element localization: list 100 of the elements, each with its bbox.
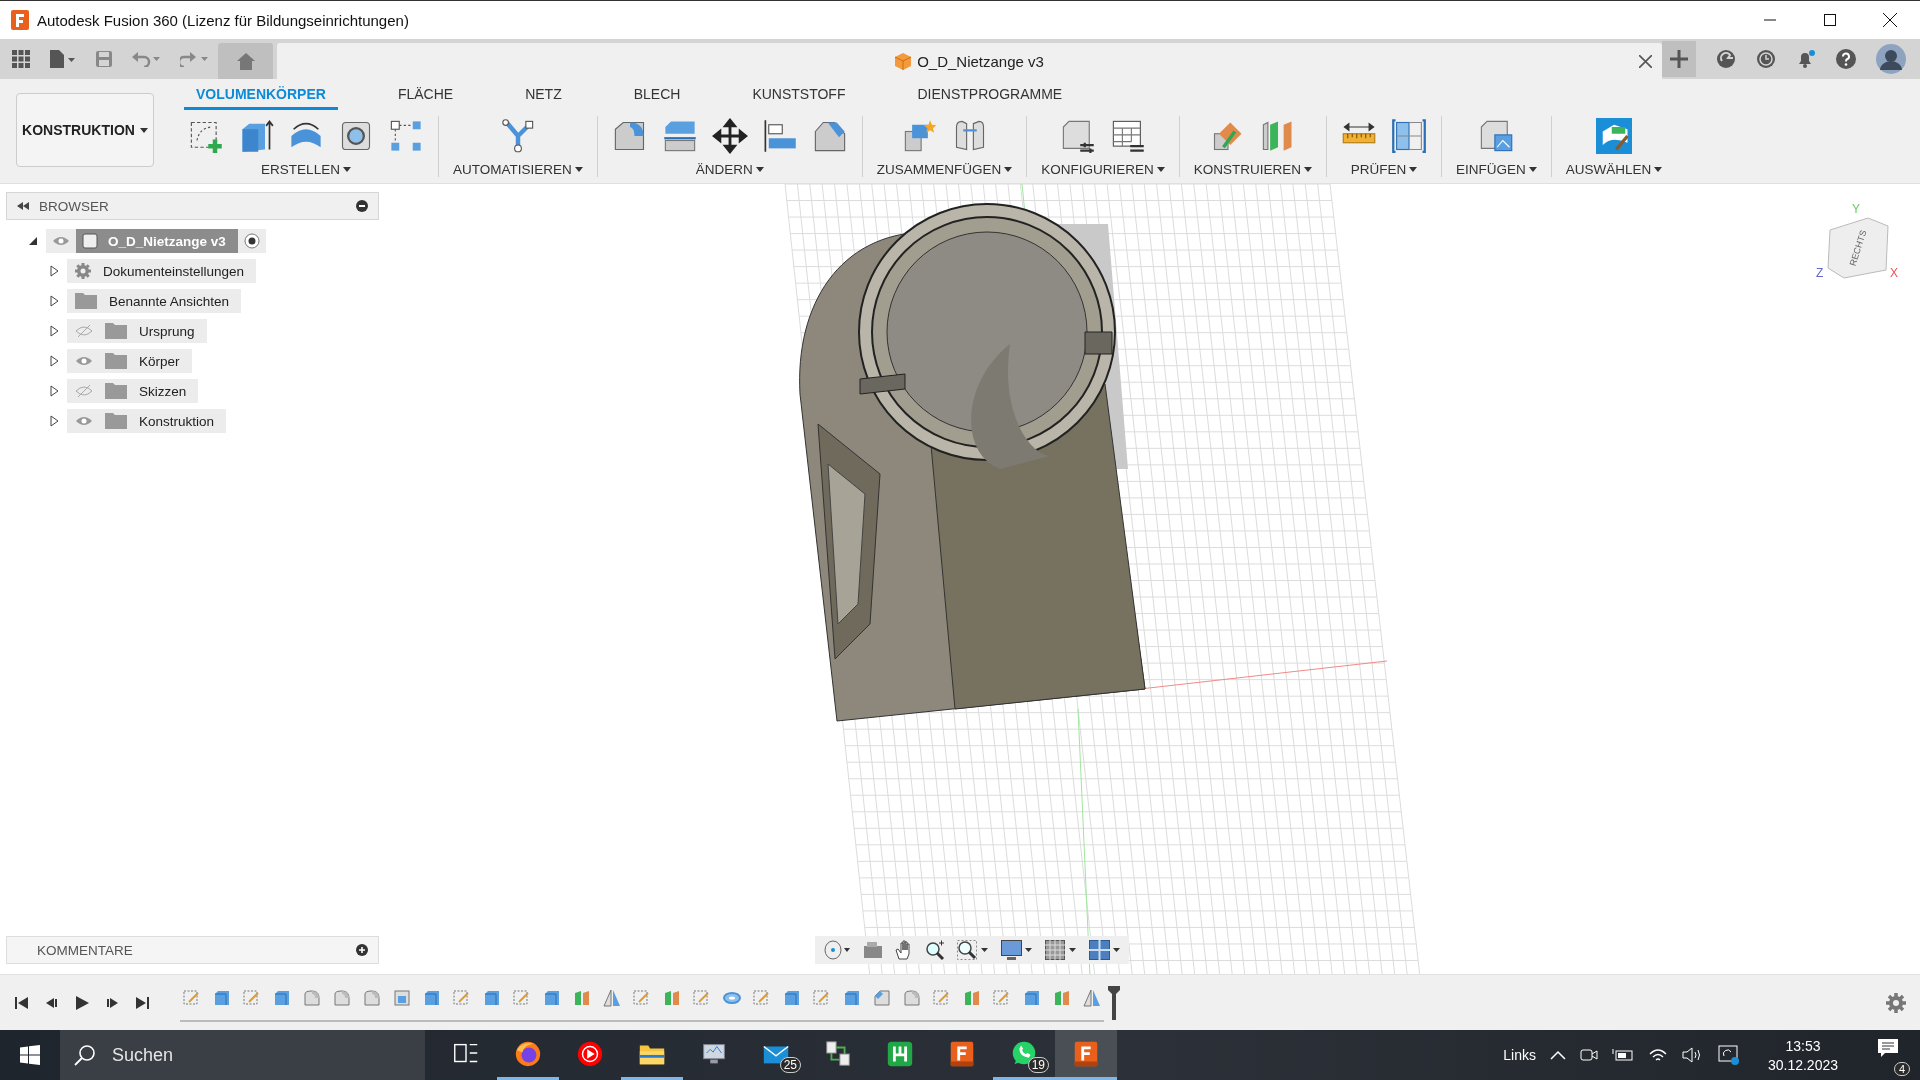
eye-icon[interactable]	[75, 415, 93, 427]
tool-group-menu[interactable]: KONFIGURIEREN	[1041, 162, 1165, 177]
keyboard-layout[interactable]: Links	[1503, 1047, 1536, 1063]
display-icon[interactable]	[1001, 940, 1033, 960]
caret-icon	[755, 167, 764, 172]
select-icon[interactable]	[1596, 118, 1633, 154]
document-title: O_D_Nietzange v3	[917, 52, 1044, 70]
camera-icon[interactable]	[1579, 1046, 1598, 1064]
chevron-up-icon[interactable]	[1549, 1050, 1566, 1060]
minimize-panel-icon[interactable]	[356, 200, 368, 212]
expand-triangle-icon[interactable]	[50, 385, 59, 397]
clock[interactable]: 13:53 30.12.2023	[1767, 1037, 1838, 1073]
ribbon-tab[interactable]: FLÄCHE	[385, 86, 466, 110]
timeline-marker-icon[interactable]	[1108, 985, 1120, 1020]
component-box-icon	[82, 233, 98, 249]
folder-icon	[75, 293, 97, 309]
close-icon[interactable]	[1639, 55, 1652, 68]
viewports-icon[interactable]	[1089, 940, 1121, 960]
ribbon-tab[interactable]: DIENSTPROGRAMME	[905, 86, 1075, 110]
add-comment-icon[interactable]	[356, 944, 368, 956]
caret-icon	[1004, 167, 1013, 172]
collapse-triangle-icon[interactable]	[28, 236, 38, 246]
zoom-icon[interactable]	[925, 940, 945, 960]
extensions-icon[interactable]	[1716, 49, 1736, 69]
comments-title: KOMMENTARE	[37, 942, 134, 958]
tool-group-menu[interactable]: PRÜFEN	[1350, 162, 1418, 177]
document-tab[interactable]: O_D_Nietzange v3	[277, 43, 1662, 79]
notification-bell-icon[interactable]	[1796, 49, 1816, 69]
help-icon[interactable]	[1836, 49, 1856, 69]
collapse-panel-icon[interactable]	[17, 202, 29, 210]
expand-triangle-icon[interactable]	[50, 265, 59, 277]
folder-icon	[105, 383, 127, 399]
expand-triangle-icon[interactable]	[50, 355, 59, 367]
ribbon-tab[interactable]: NETZ	[513, 86, 574, 110]
workspace-menu[interactable]: KONSTRUKTION	[16, 93, 154, 167]
gear-icon	[75, 263, 91, 279]
mirror-icon[interactable]	[1082, 987, 1102, 1008]
expand-triangle-icon[interactable]	[50, 295, 59, 307]
skip-end-icon[interactable]	[134, 994, 150, 1011]
notification-center[interactable]: 4	[1866, 1032, 1910, 1078]
pan-hand-icon[interactable]	[895, 940, 913, 960]
browser-item[interactable]: Ursprung	[67, 319, 207, 343]
wifi-icon[interactable]	[1647, 1047, 1668, 1063]
eye-icon[interactable]	[75, 355, 93, 367]
tool-group-menu[interactable]: AUSWÄHLEN	[1565, 162, 1663, 177]
ribbon-tab[interactable]: KUNSTSTOFF	[740, 86, 858, 110]
battery-icon[interactable]	[1611, 1048, 1634, 1062]
date: 30.12.2023	[1767, 1056, 1838, 1073]
pattern-icon[interactable]	[388, 118, 424, 154]
taskbar-app[interactable]: 25	[745, 1030, 807, 1080]
plus-icon[interactable]	[1670, 50, 1688, 68]
table-icon[interactable]	[1110, 118, 1146, 154]
tool-group-menu[interactable]: ÄNDERN	[695, 162, 764, 177]
insert-icon[interactable]	[1478, 118, 1515, 154]
expand-triangle-icon[interactable]	[50, 415, 59, 427]
zoom-window-icon[interactable]	[957, 940, 989, 960]
search-field[interactable]: Suchen	[60, 1030, 425, 1080]
play-icon[interactable]	[74, 994, 90, 1011]
windows-start-icon[interactable]	[20, 1045, 40, 1065]
browser-item[interactable]: Konstruktion	[67, 409, 227, 433]
section-icon[interactable]	[1391, 118, 1428, 154]
browser-item[interactable]: Benannte Ansichten	[67, 289, 242, 313]
browser-header[interactable]: BROWSER	[6, 192, 379, 220]
tool-group-menu[interactable]: KONSTRUIEREN	[1193, 162, 1313, 177]
active-radio-icon[interactable]	[243, 233, 260, 249]
look-at-icon[interactable]	[863, 941, 883, 959]
taskbar-app[interactable]	[1055, 1030, 1117, 1080]
eye-icon[interactable]	[52, 235, 70, 247]
browser-item[interactable]: Dokumenteinstellungen	[67, 259, 257, 283]
tool-group-menu[interactable]: ERSTELLEN	[261, 162, 351, 177]
ribbon-tab[interactable]: BLECH	[621, 86, 693, 110]
browser-title: BROWSER	[39, 198, 109, 214]
browser-item[interactable]: Skizzen	[67, 379, 199, 403]
axis-label: X	[1890, 266, 1898, 280]
expand-triangle-icon[interactable]	[50, 325, 59, 337]
tool-group-menu[interactable]: AUTOMATISIEREN	[453, 162, 583, 177]
caret-icon	[139, 127, 148, 133]
skip-start-icon[interactable]	[14, 994, 30, 1011]
avatar-icon[interactable]	[1876, 44, 1906, 74]
close-icon[interactable]	[1883, 13, 1897, 27]
branch-icon[interactable]	[499, 118, 536, 154]
comments-panel[interactable]: KOMMENTARE	[6, 936, 379, 964]
cube-icon[interactable]	[1060, 118, 1096, 154]
orbit-icon[interactable]	[823, 940, 851, 960]
move-icon[interactable]	[711, 118, 748, 154]
tool-group-menu[interactable]: ZUSAMMENFÜGEN	[876, 162, 1013, 177]
tool-group-menu[interactable]: EINFÜGEN	[1456, 162, 1537, 177]
maximize-icon[interactable]	[1824, 14, 1836, 26]
grid-icon[interactable]	[1045, 940, 1077, 960]
clock-icon[interactable]	[1756, 49, 1776, 69]
settings-icon[interactable]	[1886, 992, 1906, 1013]
sync-icon[interactable]	[1717, 1045, 1740, 1065]
apps-grid-icon[interactable]	[12, 50, 30, 68]
axis-label: Z	[1816, 266, 1824, 280]
mirror-icon[interactable]	[602, 987, 622, 1008]
caret-icon	[1409, 167, 1418, 172]
slab-icon[interactable]	[661, 118, 698, 154]
caret-icon	[1304, 167, 1313, 172]
file-icon[interactable]	[50, 50, 76, 68]
browser-item[interactable]: Körper	[67, 349, 192, 373]
